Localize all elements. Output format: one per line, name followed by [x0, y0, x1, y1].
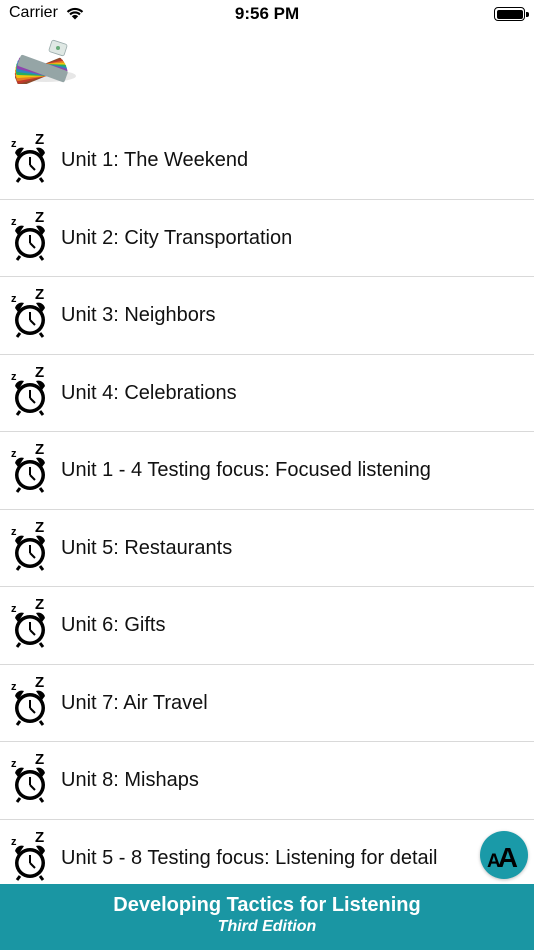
- unit-list-item-7[interactable]: z Z Unit 6: Gifts: [0, 587, 534, 665]
- unit-label: Unit 7: Air Travel: [61, 691, 208, 714]
- unit-label: Unit 6: Gifts: [61, 614, 166, 636]
- sleeping-alarm-clock-icon: z Z: [11, 674, 45, 726]
- svg-text:Z: Z: [35, 829, 44, 846]
- clock-time: 9:56 PM: [234, 4, 300, 23]
- svg-text:Z: Z: [35, 751, 44, 768]
- unit-list-item-5[interactable]: z Z Unit 1 - 4 Testing focus: Focused li…: [0, 432, 534, 510]
- unit-list-item-2[interactable]: z Z Unit 2: City Transportation: [0, 200, 534, 277]
- svg-text:z: z: [11, 293, 17, 305]
- svg-text:Z: Z: [35, 674, 44, 691]
- svg-text:Z: Z: [35, 131, 44, 148]
- unit-label: Unit 3: Neighbors: [61, 304, 216, 326]
- svg-text:z: z: [11, 138, 17, 150]
- font-size-icon: AA: [487, 842, 518, 870]
- status-bar: Carrier 9:56 PM: [0, 0, 534, 30]
- svg-text:z: z: [11, 681, 17, 693]
- app-footer: Developing Tactics for Listening Third E…: [0, 884, 534, 950]
- sleeping-alarm-clock-icon: z Z: [11, 596, 45, 648]
- unit-list-item-1[interactable]: z Z Unit 1: The Weekend: [0, 122, 534, 200]
- unit-list-item-3[interactable]: z Z Unit 3: Neighbors: [0, 277, 534, 355]
- color-swatch-fan-icon: [14, 39, 76, 84]
- sleeping-alarm-clock-icon: z Z: [11, 751, 45, 803]
- unit-list-item-8[interactable]: z Z Unit 7: Air Travel: [0, 665, 534, 742]
- sleeping-alarm-clock-icon: z Z: [11, 209, 45, 261]
- unit-label: Unit 4: Celebrations: [61, 381, 237, 404]
- unit-list-item-9[interactable]: z Z Unit 8: Mishaps: [0, 742, 534, 820]
- unit-label: Unit 2: City Transportation: [61, 226, 293, 249]
- sleeping-alarm-clock-icon: z Z: [11, 519, 45, 571]
- svg-text:Z: Z: [35, 364, 44, 381]
- unit-list: z Z Unit 1: The Weekend z Z Unit 2: City…: [0, 122, 534, 897]
- unit-list-item-4[interactable]: z Z Unit 4: Celebrations: [0, 355, 534, 432]
- battery-icon: [494, 7, 529, 21]
- footer-subtitle: Third Edition: [217, 918, 317, 935]
- svg-text:z: z: [11, 526, 17, 538]
- sleeping-alarm-clock-icon: z Z: [11, 829, 45, 881]
- svg-text:z: z: [11, 371, 17, 383]
- svg-text:AA: AA: [487, 842, 518, 870]
- font-size-button[interactable]: AA: [480, 831, 528, 879]
- sleeping-alarm-clock-icon: z Z: [11, 441, 45, 493]
- unit-list-item-6[interactable]: z Z Unit 5: Restaurants: [0, 510, 534, 587]
- footer-title: Developing Tactics for Listening: [113, 894, 421, 916]
- unit-label: Unit 1 - 4 Testing focus: Focused listen…: [61, 459, 431, 481]
- svg-text:Z: Z: [35, 519, 44, 536]
- unit-label: Unit 5: Restaurants: [61, 536, 233, 559]
- sleeping-alarm-clock-icon: z Z: [11, 364, 45, 416]
- svg-text:Z: Z: [35, 286, 44, 303]
- svg-text:z: z: [11, 448, 17, 460]
- svg-text:z: z: [11, 603, 17, 615]
- unit-label: Unit 1: The Weekend: [61, 149, 249, 171]
- sleeping-alarm-clock-icon: z Z: [11, 131, 45, 183]
- sleeping-alarm-clock-icon: z Z: [11, 286, 45, 338]
- unit-label: Unit 8: Mishaps: [61, 769, 199, 791]
- svg-text:Z: Z: [35, 596, 44, 613]
- svg-text:Z: Z: [35, 209, 44, 226]
- svg-text:z: z: [11, 758, 17, 770]
- svg-text:Z: Z: [35, 441, 44, 458]
- svg-text:z: z: [11, 216, 17, 228]
- svg-text:z: z: [11, 836, 17, 848]
